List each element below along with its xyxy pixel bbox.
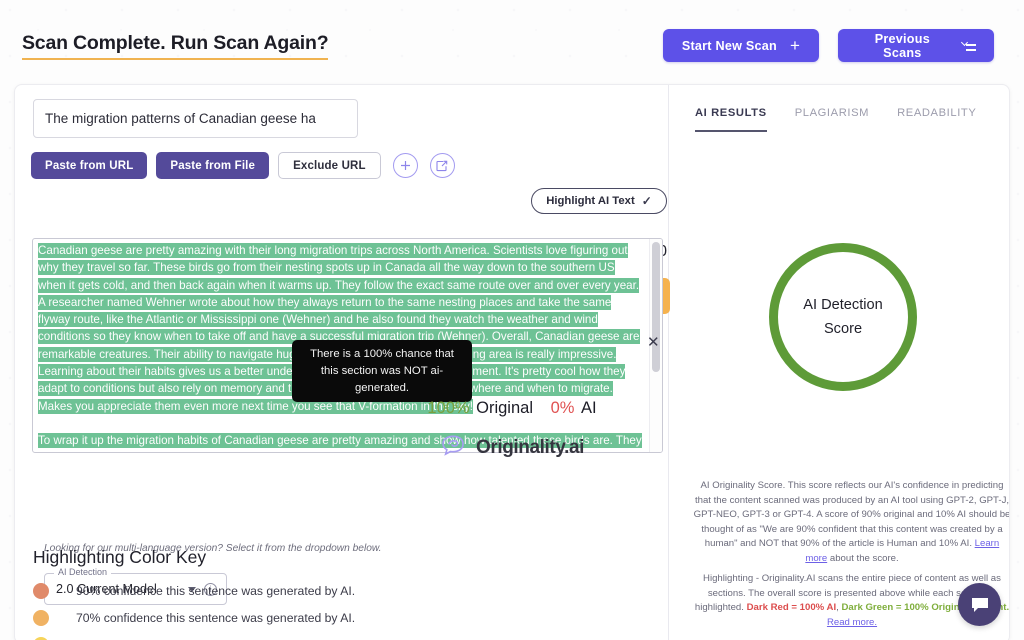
color-key-row: 90% confidence this sentence was generat… [33,583,355,599]
ai-detection-score-gauge: AI Detection Score [769,243,917,391]
source-button-row: Paste from URL Paste from File Exclude U… [31,152,455,179]
ai-label: AI [581,399,597,417]
previous-scans-button[interactable]: Previous Scans [838,29,994,62]
segment-tooltip: There is a 100% chance that this section… [292,340,472,402]
support-chat-button[interactable] [958,583,1001,626]
highlight-ai-text-label: Highlight AI Text [546,195,635,207]
app-root: Scan Complete. Run Scan Again? Start New… [0,0,1024,640]
paste-from-url-button[interactable]: Paste from URL [31,152,148,179]
color-key-label: 90% confidence this sentence was generat… [76,584,356,598]
plus-icon: + [790,36,801,55]
brand-lockup: Originality.ai [15,435,1009,460]
brand-name: Originality.ai [475,436,585,458]
start-new-scan-label: Start New Scan [681,38,777,53]
paste-from-file-button[interactable]: Paste from File [156,152,270,179]
tab-ai-results[interactable]: AI RESULTS [695,107,767,132]
check-icon: ✓ [641,194,652,208]
read-more-link[interactable]: Read more. [827,617,877,628]
page-header: Scan Complete. Run Scan Again? Start New… [0,0,1024,84]
score-explanation-text: AI Originality Score. This score reflect… [693,480,1010,549]
tab-plagiarism[interactable]: PLAGIARISM [795,107,869,130]
gauge-label-line2: Score [823,321,863,337]
main-card: Paste from URL Paste from File Exclude U… [14,84,1010,640]
color-key-row: 70% confidence this sentence was generat… [33,610,355,626]
close-icon[interactable]: ✕ [647,333,660,351]
content-scroll-thumb[interactable] [652,242,660,372]
original-percent: 100% [427,399,470,417]
exclude-url-button[interactable]: Exclude URL [278,152,381,179]
original-label: Original [476,399,533,417]
add-icon-button[interactable] [392,153,418,178]
export-icon-button[interactable] [429,153,455,178]
chat-icon [971,597,988,612]
page-title: Scan Complete. Run Scan Again? [22,32,329,60]
ai-detection-select-legend: AI Detection [54,567,112,577]
ai-percent: 0% [550,399,575,417]
gauge-label-line1: AI Detection [803,297,883,313]
dark-red-legend: Dark Red = 100% AI [746,602,837,613]
list-icon [960,38,976,52]
tab-readability[interactable]: READABILITY [897,107,976,130]
plus-icon [400,161,410,170]
column-divider [668,85,669,640]
color-swatch-90 [33,583,49,599]
color-key-title: Highlighting Color Key [33,547,207,567]
score-explanation: AI Originality Score. This score reflect… [693,479,1010,566]
score-summary: 100% Original 0% AI [15,399,1009,418]
results-tabs: AI RESULTS PLAGIARISM READABILITY [695,107,976,132]
previous-scans-label: Previous Scans [874,31,930,60]
highlight-ai-text-toggle[interactable]: Highlight AI Text ✓ [531,188,667,214]
score-explanation-tail: about the score. [827,552,899,564]
start-new-scan-button[interactable]: Start New Scan + [663,29,819,62]
scan-title-input[interactable] [33,99,358,138]
color-swatch-70 [33,610,49,626]
originality-logo-icon [442,435,464,456]
export-icon [436,160,448,171]
color-key-label: 70% confidence this sentence was generat… [76,611,356,625]
